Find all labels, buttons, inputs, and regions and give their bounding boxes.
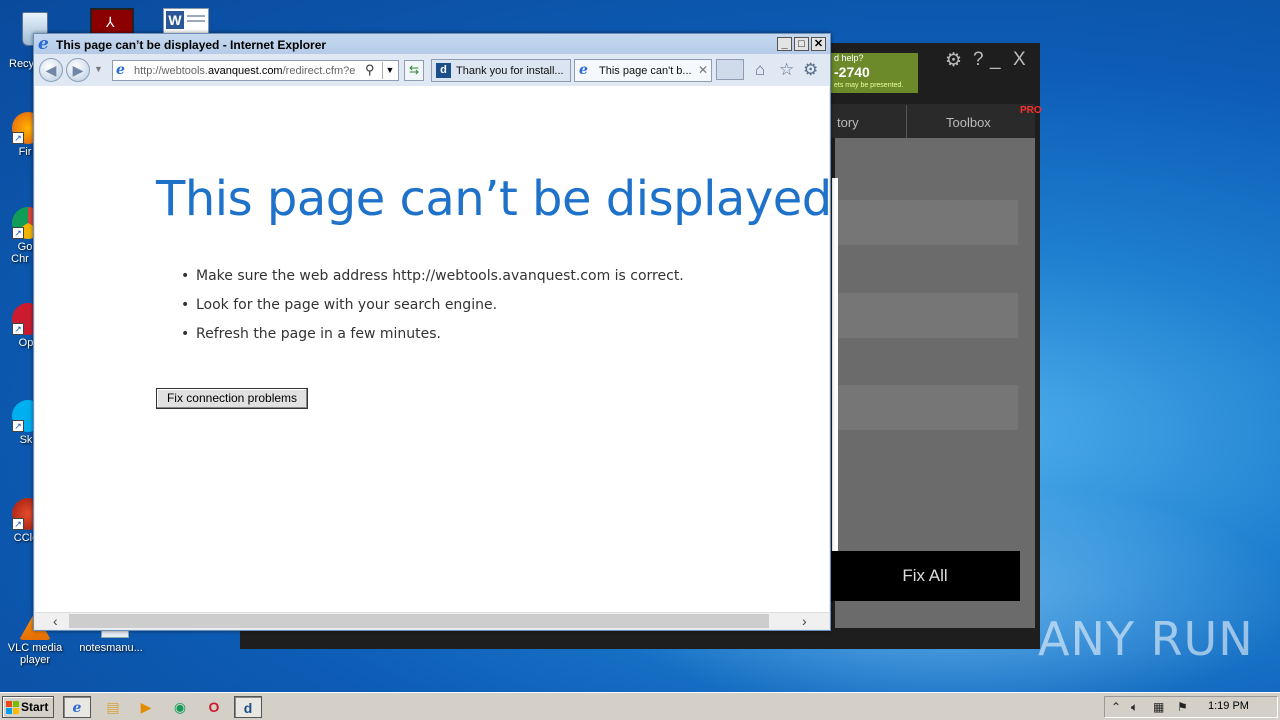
history-dropdown-icon[interactable]: ▼ xyxy=(94,64,103,74)
word-file-icon[interactable]: W xyxy=(163,8,209,36)
fix-connection-button[interactable]: Fix connection problems xyxy=(156,388,308,409)
page-content: This page can’t be displayed • Make sure … xyxy=(35,86,832,612)
error-heading: This page can’t be displayed xyxy=(156,171,832,227)
maximize-button[interactable]: □ xyxy=(794,37,809,51)
system-tray: ⌃ 🔈︎ ▦ ⚑ xyxy=(1104,696,1278,718)
tab-history[interactable]: tory xyxy=(837,115,859,130)
favorites-star-icon[interactable]: ☆ xyxy=(779,60,794,80)
taskbar-installer-icon[interactable]: d xyxy=(234,696,262,718)
search-icon[interactable]: ⚲ xyxy=(365,62,375,78)
settings-gear-icon[interactable]: ⚙ xyxy=(945,49,962,72)
taskbar-media-player-icon[interactable]: ▶ xyxy=(132,696,160,718)
tab-thank-you[interactable]: d Thank you for install... xyxy=(431,59,571,82)
tab-toolbox[interactable]: Toolbox xyxy=(946,115,991,130)
tab-close-icon[interactable]: ✕ xyxy=(698,63,708,77)
address-dropdown-icon[interactable]: ▼ xyxy=(382,62,397,79)
network-icon[interactable]: ▦ xyxy=(1153,700,1164,714)
desktop-label: VLC media player xyxy=(7,642,63,666)
help-number: -2740 xyxy=(834,64,870,80)
taskbar-chrome-icon[interactable]: ◉ xyxy=(166,696,194,718)
pro-badge: PRO xyxy=(1020,105,1042,116)
tray-expand-icon[interactable]: ⌃ xyxy=(1111,700,1121,714)
app-tab-bar xyxy=(830,104,1035,138)
tab-page-error[interactable]: e This page can't b... ✕ xyxy=(574,59,712,82)
volume-icon[interactable]: 🔈︎ xyxy=(1131,700,1138,715)
minimize-button[interactable]: _ xyxy=(777,37,792,51)
home-icon[interactable]: ⌂ xyxy=(755,60,765,80)
help-note: ets may be presented. xyxy=(834,82,904,89)
tab-label: Thank you for install... xyxy=(456,65,564,77)
installer-favicon-icon: d xyxy=(436,63,451,78)
help-icon[interactable]: ? xyxy=(973,49,984,71)
help-badge[interactable]: d help? -2740 ets may be presented. xyxy=(830,53,918,93)
desktop-label: Go Chr xyxy=(11,241,33,265)
scroll-thumb[interactable] xyxy=(69,614,769,628)
taskbar-explorer-icon[interactable]: ▤ xyxy=(99,696,127,718)
address-url[interactable]: http://webtools.avanquest.com/redirect.c… xyxy=(134,65,364,77)
desktop-label: Sk xyxy=(19,434,33,446)
action-center-flag-icon[interactable]: ⚑ xyxy=(1177,700,1188,714)
tools-gear-icon[interactable]: ⚙ xyxy=(803,60,818,80)
tab-divider xyxy=(906,105,907,138)
ie-window: e This page can’t be displayed - Interne… xyxy=(33,33,832,631)
desktop-label: notesmanu... xyxy=(79,642,143,654)
app-list-row[interactable] xyxy=(835,293,1018,338)
close-icon[interactable]: X xyxy=(1013,49,1026,71)
nav-bar: ◀ ▶ ▼ e http://webtools.avanquest.com/re… xyxy=(34,54,830,86)
address-bar[interactable]: e http://webtools.avanquest.com/redirect… xyxy=(112,60,399,81)
app-list-row[interactable] xyxy=(835,385,1018,430)
horizontal-scrollbar[interactable]: ‹ › xyxy=(35,612,829,629)
ie-logo-icon: e xyxy=(38,34,49,54)
scroll-right-icon[interactable]: › xyxy=(802,613,807,629)
forward-button[interactable]: ▶ xyxy=(66,58,90,82)
ie-favicon-icon: e xyxy=(579,62,588,78)
clock[interactable]: 1:19 PM xyxy=(1208,700,1249,712)
anyrun-watermark: ANY RUN xyxy=(1038,612,1254,666)
title-bar[interactable]: e This page can’t be displayed - Interne… xyxy=(34,34,830,54)
taskbar-opera-icon[interactable]: O xyxy=(200,696,228,718)
back-button[interactable]: ◀ xyxy=(39,58,63,82)
tab-label: This page can't b... xyxy=(599,65,692,77)
taskbar-ie-icon[interactable]: e xyxy=(63,696,91,718)
start-button[interactable]: Start xyxy=(2,696,54,718)
windows-flag-icon xyxy=(6,701,19,714)
app-edge-strip xyxy=(832,178,838,576)
start-label: Start xyxy=(21,700,49,714)
scroll-left-icon[interactable]: ‹ xyxy=(53,613,58,629)
page-icon: e xyxy=(116,62,125,78)
new-tab-button[interactable] xyxy=(716,59,744,80)
desktop-label: Op xyxy=(18,337,34,349)
app-list-row[interactable] xyxy=(835,200,1018,245)
close-button[interactable]: ✕ xyxy=(811,37,826,51)
help-text: d help? xyxy=(834,53,864,63)
compat-refresh-button[interactable]: ⇆ xyxy=(404,60,424,81)
window-title: This page can’t be displayed - Internet … xyxy=(56,38,327,52)
desktop-label: Fir xyxy=(18,146,32,158)
fix-all-button[interactable]: Fix All xyxy=(830,551,1020,601)
minimize-icon[interactable]: _ xyxy=(990,49,1001,71)
taskbar: Start e ▤ ▶ ◉ O d ⌃ 🔈︎ ▦ ⚑ 1:19 PM xyxy=(0,692,1280,720)
